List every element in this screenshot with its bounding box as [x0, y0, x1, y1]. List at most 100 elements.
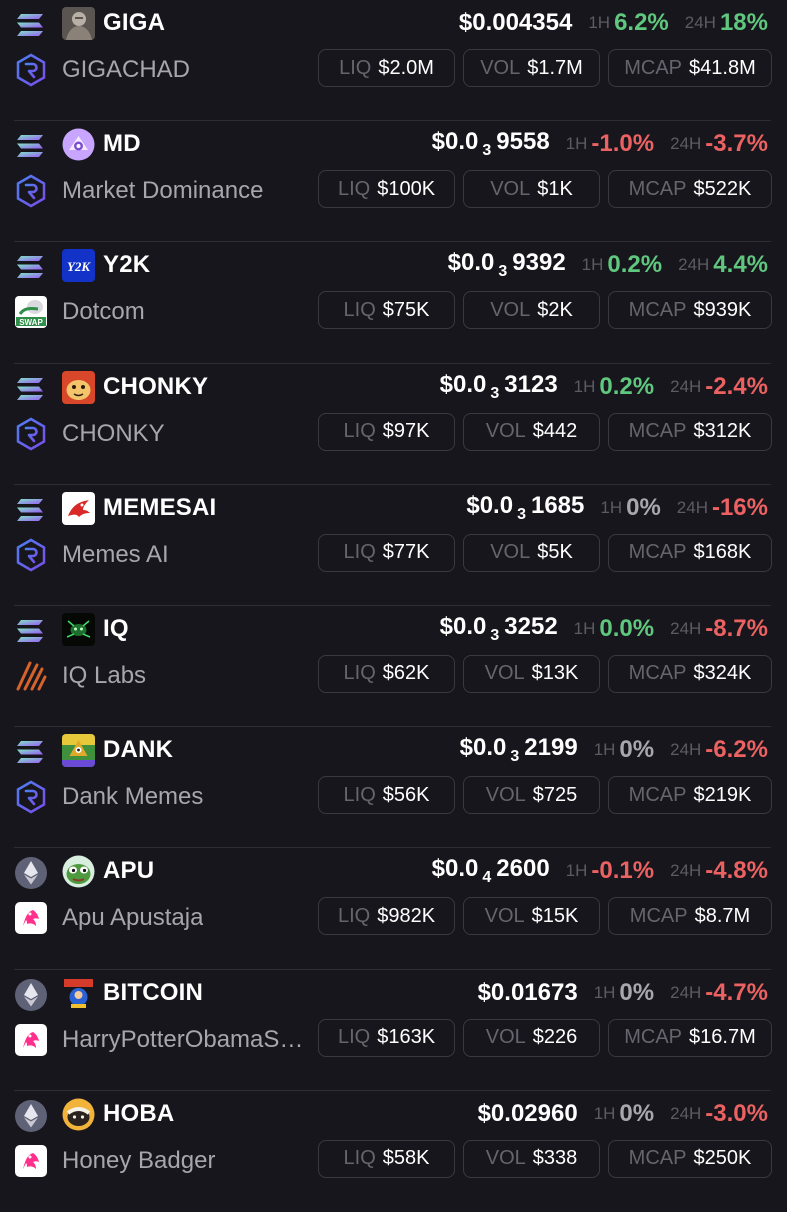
- market-cap-pill: MCAP $16.7M: [608, 1018, 772, 1057]
- token-price: $0.0 3 2199: [459, 734, 578, 766]
- liquidity-value: $56K: [382, 783, 430, 806]
- change-24h: -4.8%: [705, 857, 768, 885]
- volume-pill: VOL $5K: [463, 533, 600, 572]
- raydium-icon: [14, 417, 48, 451]
- token-name: Dank Memes: [62, 783, 204, 811]
- timeframe-24h-label: 24H: [676, 497, 708, 517]
- dank-avatar-icon: [62, 734, 95, 768]
- liquidity-value: $58K: [382, 1147, 430, 1170]
- token-price: $0.02960: [477, 1099, 578, 1127]
- token-name: IQ Labs: [62, 661, 147, 689]
- change-24h: -4.7%: [705, 978, 768, 1006]
- timeframe-1h-label: 1H: [588, 13, 611, 32]
- metrics-pills: LIQ $58K VOL $338 MCAP $250K: [318, 1139, 772, 1178]
- market-cap-pill: MCAP $8.7M: [608, 897, 772, 936]
- change-1h: 0.2%: [599, 372, 655, 400]
- token-name: CHONKY: [62, 419, 165, 447]
- y2k-avatar-icon: Y2K: [62, 249, 95, 283]
- volume-value: $1.7M: [527, 56, 583, 79]
- token-symbol: MEMESAI: [103, 493, 217, 521]
- token-name: Memes AI: [62, 540, 169, 568]
- uniswap-icon: [14, 1144, 48, 1178]
- liquidity-pill: LIQ $58K: [318, 1139, 455, 1178]
- solana-icon: [14, 372, 48, 406]
- market-cap-pill: MCAP $41.8M: [608, 49, 772, 87]
- market-cap-label: MCAP: [628, 541, 687, 564]
- change-1h: 0%: [619, 1099, 655, 1127]
- liquidity-pill: LIQ $163K: [318, 1018, 455, 1057]
- liquidity-pill: LIQ $77K: [318, 533, 455, 572]
- liquidity-pill: LIQ $2.0M: [318, 49, 455, 87]
- token-price: $0.004354: [458, 9, 573, 36]
- volume-pill: VOL $338: [463, 1139, 600, 1178]
- token-symbol: HOBA: [103, 1099, 175, 1127]
- market-cap-pill: MCAP $312K: [608, 412, 772, 451]
- token-symbol: Y2K: [103, 251, 151, 279]
- market-cap-value: $522K: [693, 177, 752, 200]
- solana-icon: [14, 129, 48, 163]
- change-24h: -16%: [711, 493, 768, 521]
- volume-label: VOL: [484, 662, 525, 685]
- volume-label: VOL: [485, 1026, 526, 1048]
- token-row-giga[interactable]: GIGA GIGACHAD $0.004354 1H 6.2% 24H 18% …: [0, 0, 787, 122]
- market-cap-label: MCAP: [628, 420, 687, 443]
- liquidity-value: $62K: [382, 662, 430, 685]
- token-row-iq[interactable]: IQ IQ Labs $0.0 3 3252 1H 0.0% 24H -8.7% L…: [0, 606, 787, 728]
- svg-text:SWAP: SWAP: [19, 318, 43, 327]
- market-cap-value: $16.7M: [689, 1026, 756, 1048]
- volume-value: $442: [532, 420, 578, 443]
- volume-label: VOL: [485, 783, 526, 806]
- token-symbol: BITCOIN: [103, 978, 204, 1006]
- token-row-hoba[interactable]: HOBA Honey Badger $0.02960 1H 0% 24H -3.…: [0, 1091, 787, 1212]
- token-row-chonky[interactable]: CHONKY CHONKY $0.0 3 3123 1H 0.2% 24H -2.4…: [0, 364, 787, 485]
- metrics-pills: LIQ $62K VOL $13K MCAP $324K: [318, 654, 772, 693]
- price-stats: $0.0 3 9392 1H 0.2% 24H 4.4%: [448, 248, 768, 282]
- timeframe-24h-label: 24H: [670, 376, 702, 396]
- liquidity-value: $77K: [382, 541, 430, 564]
- timeframe-24h-label: 24H: [670, 861, 702, 881]
- metrics-pills: LIQ $982K VOL $15K MCAP $8.7M: [318, 897, 772, 936]
- token-row-y2k[interactable]: Y2K SWAP Y2K Dotcom $0.0 3 9392 1H 0.2% 24…: [0, 242, 787, 364]
- giga-avatar-icon: [62, 7, 95, 40]
- solana-icon: [14, 614, 48, 648]
- volume-value: $1K: [537, 177, 573, 200]
- liquidity-pill: LIQ $97K: [318, 412, 455, 451]
- change-24h: -8.7%: [705, 614, 768, 642]
- timeframe-1h-label: 1H: [565, 134, 588, 154]
- token-price: $0.0 3 3252: [439, 612, 558, 644]
- change-1h: 0%: [626, 493, 661, 521]
- token-row-dank[interactable]: DANK Dank Memes $0.0 3 2199 1H 0% 24H -6.2…: [0, 727, 787, 849]
- token-row-md[interactable]: MD Market Dominance $0.0 3 9558 1H -1.0% 2…: [0, 121, 787, 243]
- timeframe-1h-label: 1H: [600, 497, 623, 517]
- market-cap-label: MCAP: [628, 177, 687, 200]
- liquidity-label: LIQ: [337, 177, 371, 200]
- token-symbol: GIGA: [103, 9, 166, 36]
- chonky-avatar-icon: [62, 370, 95, 404]
- solana-icon: [14, 493, 48, 527]
- market-cap-value: $250K: [693, 1147, 752, 1170]
- volume-pill: VOL $1K: [463, 170, 600, 209]
- volume-value: $13K: [531, 662, 579, 685]
- market-cap-label: MCAP: [629, 904, 688, 927]
- ethereum-icon: [14, 1099, 48, 1133]
- change-1h: -1.0%: [591, 130, 655, 158]
- change-24h: 18%: [719, 9, 768, 36]
- solana-icon: [14, 250, 48, 284]
- timeframe-1h-label: 1H: [573, 376, 596, 396]
- volume-label: VOL: [490, 177, 531, 200]
- market-cap-pill: MCAP $219K: [608, 776, 772, 815]
- timeframe-1h-label: 1H: [593, 982, 616, 1002]
- liquidity-label: LIQ: [337, 904, 371, 927]
- change-1h: 0.0%: [599, 614, 655, 642]
- ethereum-icon: [14, 856, 48, 890]
- solana-icon: [14, 8, 48, 42]
- token-row-apu[interactable]: APU Apu Apustaja $0.0 4 2600 1H -0.1% 24H …: [0, 848, 787, 970]
- token-row-bitcoin[interactable]: BITCOIN HarryPotterObamaSonic10Inu $0.01…: [0, 970, 787, 1091]
- liquidity-value: $75K: [382, 298, 430, 321]
- market-cap-pill: MCAP $250K: [608, 1139, 772, 1178]
- bitcoin-avatar-icon: [62, 976, 95, 1010]
- market-cap-value: $219K: [693, 783, 752, 806]
- token-row-memesai[interactable]: MEMESAI Memes AI $0.0 3 1685 1H 0% 24H -16…: [0, 485, 787, 607]
- price-stats: $0.0 3 3252 1H 0.0% 24H -8.7%: [440, 612, 768, 646]
- change-24h: -3.0%: [705, 1099, 768, 1127]
